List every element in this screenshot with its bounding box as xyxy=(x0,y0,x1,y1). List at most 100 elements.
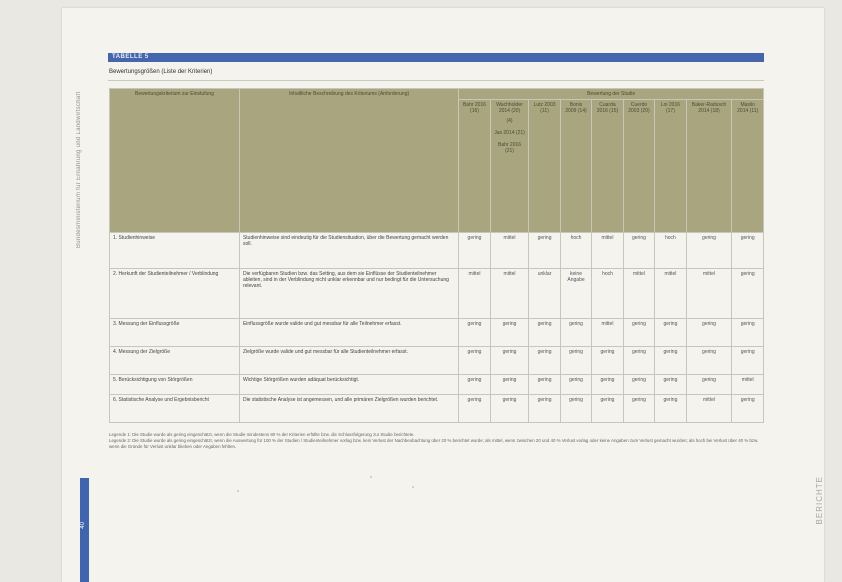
rating-cell: gering xyxy=(731,232,764,269)
rating-cell: keine Angabe xyxy=(559,268,593,319)
rating-cell: gering xyxy=(654,374,687,395)
rating-cell: gering xyxy=(622,374,656,395)
table-caption: Bewertungsgrößen (Liste der Kriterien) xyxy=(109,69,213,75)
study-label: Cuerdo 2003 (20) xyxy=(628,102,650,114)
table-number: TABELLE 5 xyxy=(112,53,149,60)
study-label: Baker-Radusch 2014 (18) xyxy=(691,102,727,114)
rating-cell: gering xyxy=(489,374,530,395)
rating-cell: gering xyxy=(685,374,733,395)
rating-cell: gering xyxy=(591,346,624,375)
page-edge-tab xyxy=(80,478,89,582)
header-study-8: Maslio 2014 (11) xyxy=(731,99,764,233)
rating-cell: gering xyxy=(559,318,593,347)
rating-cell: hoch xyxy=(559,232,593,269)
rating-cell: hoch xyxy=(654,232,687,269)
study-sublabel: Bahr 2016 (21) xyxy=(497,142,522,154)
rating-cell: mittel xyxy=(685,394,733,423)
footnote: Legende 2: Die Studie wurde als gering e… xyxy=(109,438,759,449)
rating-cell: unklar xyxy=(528,268,561,319)
assessment-table: Bewertungskriterium zur Einstufung Inhal… xyxy=(109,88,764,423)
header-study-0: Bahr 2016 (16) xyxy=(458,99,491,233)
right-margin-section-label: BERICHTE xyxy=(815,476,824,525)
rating-cell: gering xyxy=(528,318,561,347)
header-criterion: Bewertungskriterium zur Einstufung xyxy=(109,88,240,233)
rating-cell: gering xyxy=(528,232,561,269)
rating-cell: gering xyxy=(489,394,530,423)
scan-speck xyxy=(370,476,372,478)
criterion-cell: 6. Statistische Analyse und Ergebnisberi… xyxy=(109,394,240,423)
rating-cell: mittel xyxy=(622,268,656,319)
description-cell: Die verfügbaren Studien bzw. das Setting… xyxy=(238,268,460,319)
rating-cell: gering xyxy=(559,394,593,423)
rating-cell: gering xyxy=(622,232,656,269)
rating-cell: gering xyxy=(458,374,491,395)
table-row: 3. Messung der Einflussgröße Einflussgröß… xyxy=(109,318,764,347)
rating-cell: gering xyxy=(685,318,733,347)
rating-cell: gering xyxy=(458,346,491,375)
rating-cell: gering xyxy=(591,394,624,423)
header-study-3: Bonis 2009 (14) xyxy=(559,99,593,233)
study-label: Maslio 2014 (11) xyxy=(737,102,759,114)
header-study-7: Baker-Radusch 2014 (18) xyxy=(685,99,733,233)
table-row: 5. Berücksichtigung von Störgrößen Wichti… xyxy=(109,374,764,395)
study-sublabel: Jas 2014 (21) xyxy=(494,130,525,136)
rating-cell: gering xyxy=(458,394,491,423)
rating-cell: gering xyxy=(654,318,687,347)
rating-cell: mittel xyxy=(458,268,491,319)
rating-cell: gering xyxy=(489,346,530,375)
caption-divider xyxy=(108,80,764,81)
rating-cell: gering xyxy=(622,346,656,375)
side-margin-running-head: Bundesministerium für Ernährung und Land… xyxy=(76,91,82,248)
rating-cell: mittel xyxy=(731,374,764,395)
rating-cell: mittel xyxy=(489,232,530,269)
criterion-cell: 1. Studienhinweise xyxy=(109,232,240,269)
criterion-cell: 2. Herkunft der Studienteilnehmer / Verb… xyxy=(109,268,240,319)
rating-cell: gering xyxy=(654,394,687,423)
study-label: Wachholder 2014 (20) xyxy=(496,102,523,114)
rating-cell: hoch xyxy=(591,268,624,319)
table-row: 1. Studienhinweise Studienhinweise sind e… xyxy=(109,232,764,269)
criterion-cell: 5. Berücksichtigung von Störgrößen xyxy=(109,374,240,395)
header-study-6: Loi 2016 (17) xyxy=(654,99,687,233)
rating-cell: gering xyxy=(458,318,491,347)
rating-cell: gering xyxy=(685,346,733,375)
rating-cell: gering xyxy=(528,394,561,423)
rating-cell: gering xyxy=(731,346,764,375)
rating-cell: gering xyxy=(559,374,593,395)
rating-cell: gering xyxy=(731,268,764,319)
rating-cell: mittel xyxy=(489,268,530,319)
rating-cell: gering xyxy=(731,318,764,347)
description-cell: Wichtige Störgrößen wurden adäquat berüc… xyxy=(238,374,460,395)
rating-cell: mittel xyxy=(685,268,733,319)
study-label: Cuarda 2016 (15) xyxy=(596,102,619,114)
rating-cell: gering xyxy=(591,374,624,395)
table-row: 2. Herkunft der Studienteilnehmer / Verb… xyxy=(109,268,764,319)
rating-cell: gering xyxy=(489,318,530,347)
rating-cell: mittel xyxy=(591,318,624,347)
rating-cell: gering xyxy=(654,346,687,375)
criterion-cell: 3. Messung der Einflussgröße xyxy=(109,318,240,347)
rating-cell: gering xyxy=(528,346,561,375)
header-study-5: Cuerdo 2003 (20) xyxy=(622,99,656,233)
study-extra-label: (4) xyxy=(506,118,513,124)
description-cell: Studienhinweise sind eindeutig für die S… xyxy=(238,232,460,269)
header-study-1: Wachholder 2014 (20) (4) Jas 2014 (21) Bahr… xyxy=(489,99,530,233)
table-row: 4. Messung der Zielgröße Zielgröße wurde … xyxy=(109,346,764,375)
header-description: Inhaltliche Beschreibung des Kriteriums … xyxy=(238,88,460,233)
description-cell: Die statistische Analyse ist angemessen,… xyxy=(238,394,460,423)
study-label: Bonis 2009 (14) xyxy=(565,102,587,114)
header-study-2: Lutz 2003 (11) xyxy=(528,99,561,233)
header-study-group: Bewertung der Studie xyxy=(458,88,764,100)
rating-cell: gering xyxy=(559,346,593,375)
rating-cell: gering xyxy=(458,232,491,269)
table-row: 6. Statistische Analyse und Ergebnisberi… xyxy=(109,394,764,423)
study-label: Bahr 2016 (16) xyxy=(462,102,487,114)
description-cell: Zielgröße wurde valide und gut messbar f… xyxy=(238,346,460,375)
rating-cell: mittel xyxy=(654,268,687,319)
table-footnotes: Legende 1: Die Studie wurde als gering e… xyxy=(109,432,764,450)
rating-cell: gering xyxy=(528,374,561,395)
rating-cell: gering xyxy=(622,318,656,347)
header-study-4: Cuarda 2016 (15) xyxy=(591,99,624,233)
scan-speck xyxy=(412,486,414,488)
rating-cell: mittel xyxy=(591,232,624,269)
